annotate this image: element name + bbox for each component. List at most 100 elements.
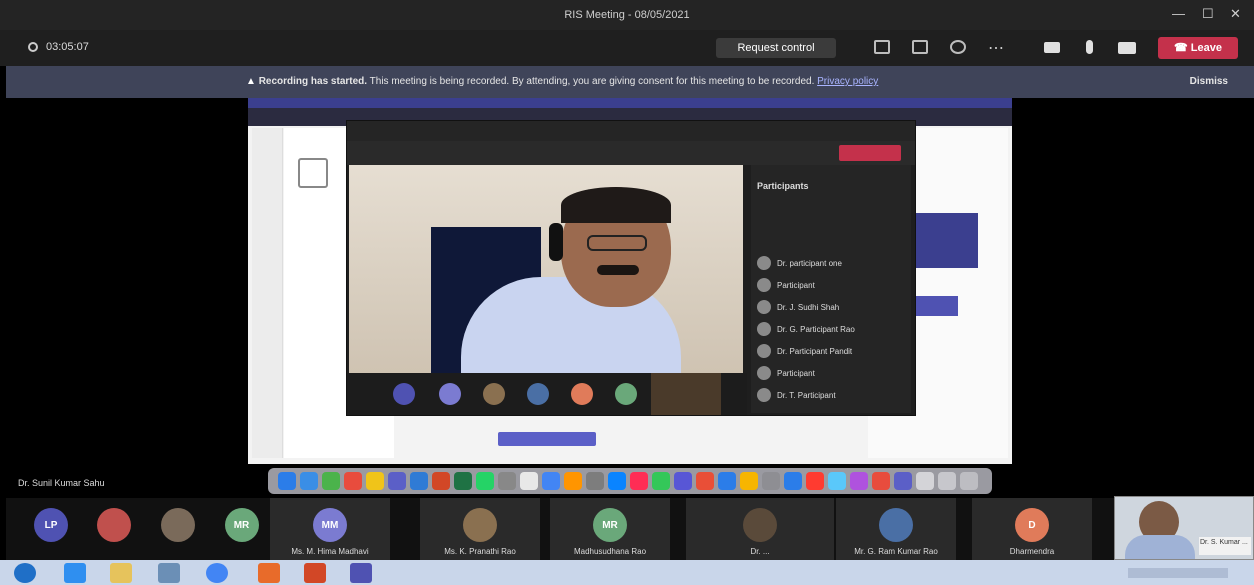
- timer-text: 03:05:07: [46, 41, 89, 53]
- ie-icon[interactable]: [64, 563, 86, 583]
- mustache: [597, 265, 639, 275]
- participant-tile[interactable]: LP: [26, 498, 76, 560]
- restore-button[interactable]: ☐: [1202, 6, 1214, 22]
- participant-tile[interactable]: Ms. K. Pranathi Rao: [420, 498, 540, 560]
- avatar: [160, 508, 195, 542]
- self-label: Dr. S. Kumar ...: [1199, 537, 1251, 555]
- participant-name: Dr. ...: [750, 547, 770, 556]
- nested-leave-button: [839, 145, 901, 161]
- title-bar: RIS Meeting - 08/05/2021 — ☐ ✕: [0, 0, 1254, 30]
- teams-icon[interactable]: [350, 563, 372, 583]
- request-control-button[interactable]: Request control: [716, 38, 836, 58]
- participant-tile[interactable]: MM Ms. M. Hima Madhavi: [270, 498, 390, 560]
- self-view[interactable]: Dr. S. Kumar ...: [1114, 496, 1254, 560]
- participant-name: Ms. M. Hima Madhavi: [291, 547, 369, 556]
- avatar: [96, 508, 131, 542]
- shared-join-button: [498, 432, 596, 446]
- leave-button[interactable]: ☎ Leave: [1158, 37, 1238, 59]
- participant-name: Dr. participant one: [777, 258, 842, 268]
- participant-tile[interactable]: Mr. G. Ram Kumar Rao: [836, 498, 956, 560]
- settings-icon: [498, 472, 516, 490]
- messages-icon: [322, 472, 340, 490]
- dock-app-icon: [872, 472, 890, 490]
- whiteboard-icon[interactable]: [912, 40, 928, 54]
- presenter-video: [349, 165, 743, 373]
- participants-panel: Participants Dr. participant one Partici…: [751, 165, 911, 413]
- banner-bold: Recording has started.: [258, 76, 368, 87]
- warning-icon: ▲: [246, 76, 259, 87]
- participant-row: Participant: [757, 363, 905, 383]
- avatar: MR: [224, 508, 259, 542]
- start-icon[interactable]: [14, 563, 36, 583]
- dismiss-button[interactable]: Dismiss: [1190, 76, 1228, 87]
- dock-app-icon: [696, 472, 714, 490]
- screen-share-icon[interactable]: [1118, 42, 1136, 54]
- nested-avatar-4: [527, 383, 549, 405]
- avatar: [743, 508, 777, 542]
- participant-name: Participant: [777, 368, 815, 378]
- whatsapp-icon: [476, 472, 494, 490]
- powerpoint-icon[interactable]: [304, 563, 326, 583]
- nested-avatar-6: [615, 383, 637, 405]
- finder-icon: [278, 472, 296, 490]
- participant-row: Dr. T. Participant: [757, 385, 905, 405]
- mic-icon[interactable]: [1086, 40, 1093, 54]
- calendar-icon: [344, 472, 362, 490]
- avatar: [757, 300, 771, 314]
- logo-icon: [298, 158, 328, 188]
- nested-avatar-3: [483, 383, 505, 405]
- camera-icon[interactable]: [1044, 42, 1060, 53]
- participant-name: Dr. T. Participant: [777, 390, 836, 400]
- participant-tile[interactable]: MR: [214, 498, 269, 560]
- dock-app-icon: [740, 472, 758, 490]
- minimize-button[interactable]: —: [1172, 6, 1185, 21]
- windows-taskbar: [0, 560, 1254, 585]
- avatar: [757, 278, 771, 292]
- dock-app-icon: [784, 472, 802, 490]
- chrome-icon[interactable]: [206, 563, 228, 583]
- participant-row: Dr. Participant Pandit: [757, 341, 905, 361]
- participant-name: Mr. G. Ram Kumar Rao: [854, 547, 938, 556]
- dock-app-icon: [564, 472, 582, 490]
- participant-tile[interactable]: D Dharmendra: [972, 498, 1092, 560]
- participant-tile[interactable]: Dr. ...: [686, 498, 834, 560]
- system-tray: [1128, 568, 1228, 578]
- dock-app-icon: [520, 472, 538, 490]
- participant-row: Dr. participant one: [757, 253, 905, 273]
- participant-tile[interactable]: [150, 498, 205, 560]
- privacy-policy-link[interactable]: Privacy policy: [817, 76, 878, 87]
- dock-app-icon: [806, 472, 824, 490]
- avatar: [757, 344, 771, 358]
- word-icon: [410, 472, 428, 490]
- avatar: MM: [313, 508, 347, 542]
- dock-app-icon: [850, 472, 868, 490]
- more-icon[interactable]: ⋯: [988, 38, 1004, 58]
- participant-tile[interactable]: MR Madhusudhana Rao: [550, 498, 670, 560]
- dock-app-icon: [938, 472, 956, 490]
- folder-icon[interactable]: [110, 563, 132, 583]
- mac-menu-bar: [248, 98, 1012, 108]
- participant-tile[interactable]: [86, 498, 141, 560]
- dock-app-icon: [828, 472, 846, 490]
- dock-app-icon: [894, 472, 912, 490]
- powerpoint-icon: [432, 472, 450, 490]
- dock-app-icon: [916, 472, 934, 490]
- nested-avatar-5: [571, 383, 593, 405]
- dock-app-icon: [762, 472, 780, 490]
- taskbar-app-icon[interactable]: [258, 563, 280, 583]
- participant-name: Ms. K. Pranathi Rao: [444, 547, 516, 556]
- dock-app-icon: [674, 472, 692, 490]
- share-icon[interactable]: [874, 40, 890, 54]
- taskbar-app-icon[interactable]: [158, 563, 180, 583]
- teams-icon: [388, 472, 406, 490]
- participant-row: Dr. G. Participant Rao: [757, 319, 905, 339]
- participants-icon[interactable]: [950, 40, 966, 54]
- avatar: D: [1015, 508, 1049, 542]
- meeting-timer: 03:05:07: [28, 41, 89, 53]
- avatar: [757, 322, 771, 336]
- window-title: RIS Meeting - 08/05/2021: [564, 9, 690, 21]
- dock-app-icon: [586, 472, 604, 490]
- close-button[interactable]: ✕: [1230, 6, 1241, 22]
- safari-icon: [300, 472, 318, 490]
- participant-name: Madhusudhana Rao: [573, 547, 647, 556]
